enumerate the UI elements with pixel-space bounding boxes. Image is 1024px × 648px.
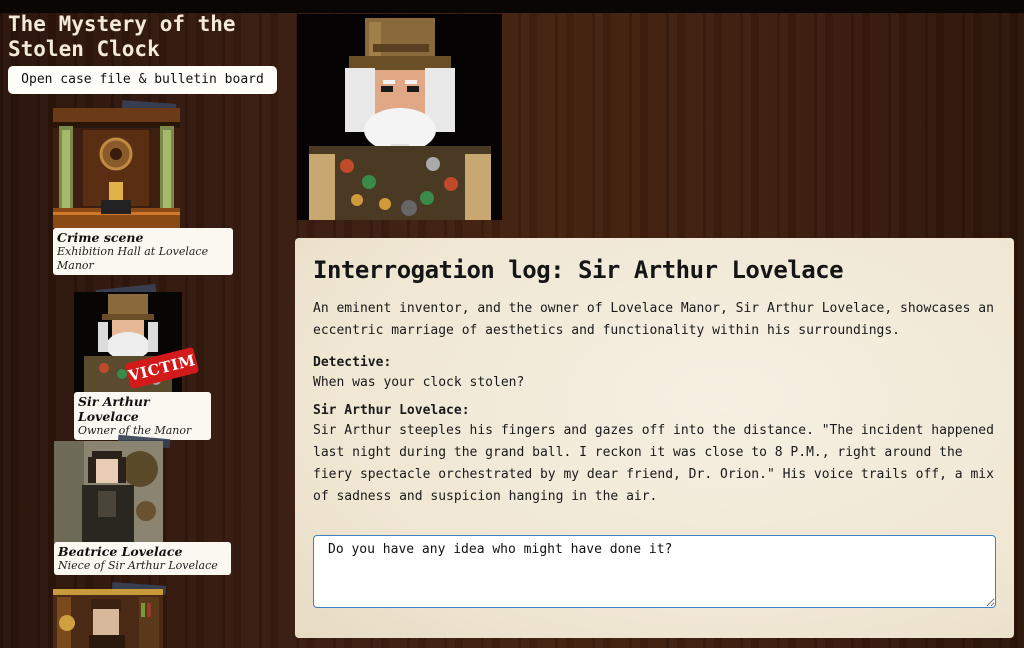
entry-speaker: Sir Arthur Lovelace: xyxy=(313,403,470,418)
log-title: Interrogation log: Sir Arthur Lovelace xyxy=(313,256,844,284)
card-label: Crime scene Exhibition Hall at Lovelace … xyxy=(53,228,233,275)
interrogation-log-panel: Interrogation log: Sir Arthur Lovelace A… xyxy=(295,238,1014,638)
card-name: Crime scene xyxy=(57,230,144,245)
entry-speaker: Detective: xyxy=(313,355,392,370)
card-name: Beatrice Lovelace xyxy=(58,544,183,559)
log-entry: Detective: When was your clock stolen? xyxy=(313,354,996,394)
character-portrait xyxy=(297,14,502,220)
open-case-file-button[interactable]: Open case file & bulletin board xyxy=(8,66,277,94)
card-label: Beatrice Lovelace Niece of Sir Arthur Lo… xyxy=(54,542,231,575)
game-title: The Mystery of the Stolen Clock xyxy=(8,12,236,61)
question-input[interactable]: Do you have any idea who might have done… xyxy=(313,535,996,608)
card-name: Sir Arthur Lovelace xyxy=(78,394,150,424)
card-role: Owner of the Manor xyxy=(78,424,192,437)
card-role: Niece of Sir Arthur Lovelace xyxy=(58,559,218,572)
character-intro: An eminent inventor, and the owner of Lo… xyxy=(313,301,994,338)
next-suspect-thumbnail xyxy=(53,589,163,648)
crime-scene-image xyxy=(53,108,180,228)
entry-text: Sir Arthur steeples his fingers and gaze… xyxy=(313,423,994,504)
beatrice-thumbnail xyxy=(54,441,163,543)
card-label: Sir Arthur Lovelace Owner of the Manor xyxy=(74,392,211,440)
log-entry: Sir Arthur Lovelace: Sir Arthur steeples… xyxy=(313,402,996,508)
entry-text: When was your clock stolen? xyxy=(313,375,525,390)
card-role: Exhibition Hall at Lovelace Manor xyxy=(57,245,209,272)
